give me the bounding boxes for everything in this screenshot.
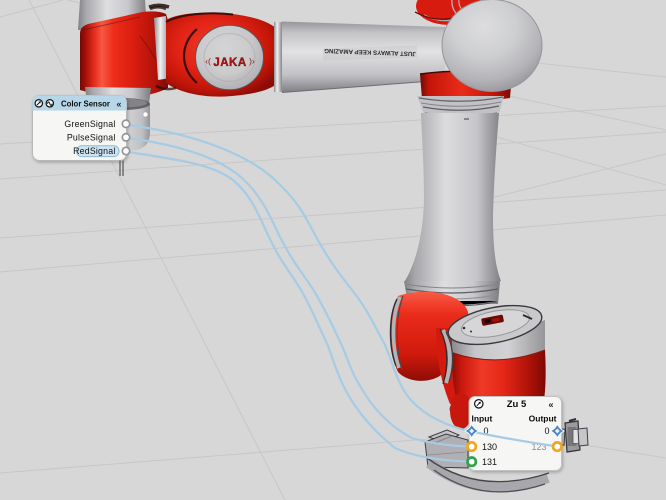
svg-text:0: 0 <box>544 426 549 436</box>
svg-text:GreenSignal: GreenSignal <box>64 119 115 129</box>
svg-text:JAKA: JAKA <box>213 57 246 69</box>
svg-text:«: « <box>117 99 122 109</box>
svg-text:‹(: ‹( <box>205 56 211 66</box>
svg-text:Input: Input <box>472 414 493 424</box>
svg-text:131: 131 <box>482 457 497 467</box>
svg-text:)›: )› <box>249 56 255 66</box>
svg-text:Output: Output <box>529 414 557 424</box>
svg-text:PulseSignal: PulseSignal <box>67 133 116 143</box>
svg-text:RedSignal: RedSignal <box>73 146 115 156</box>
svg-text:130: 130 <box>482 442 497 452</box>
svg-text:Color Sensor: Color Sensor <box>61 99 110 108</box>
svg-text:Zu 5: Zu 5 <box>507 399 527 410</box>
svg-text:«: « <box>549 399 554 409</box>
